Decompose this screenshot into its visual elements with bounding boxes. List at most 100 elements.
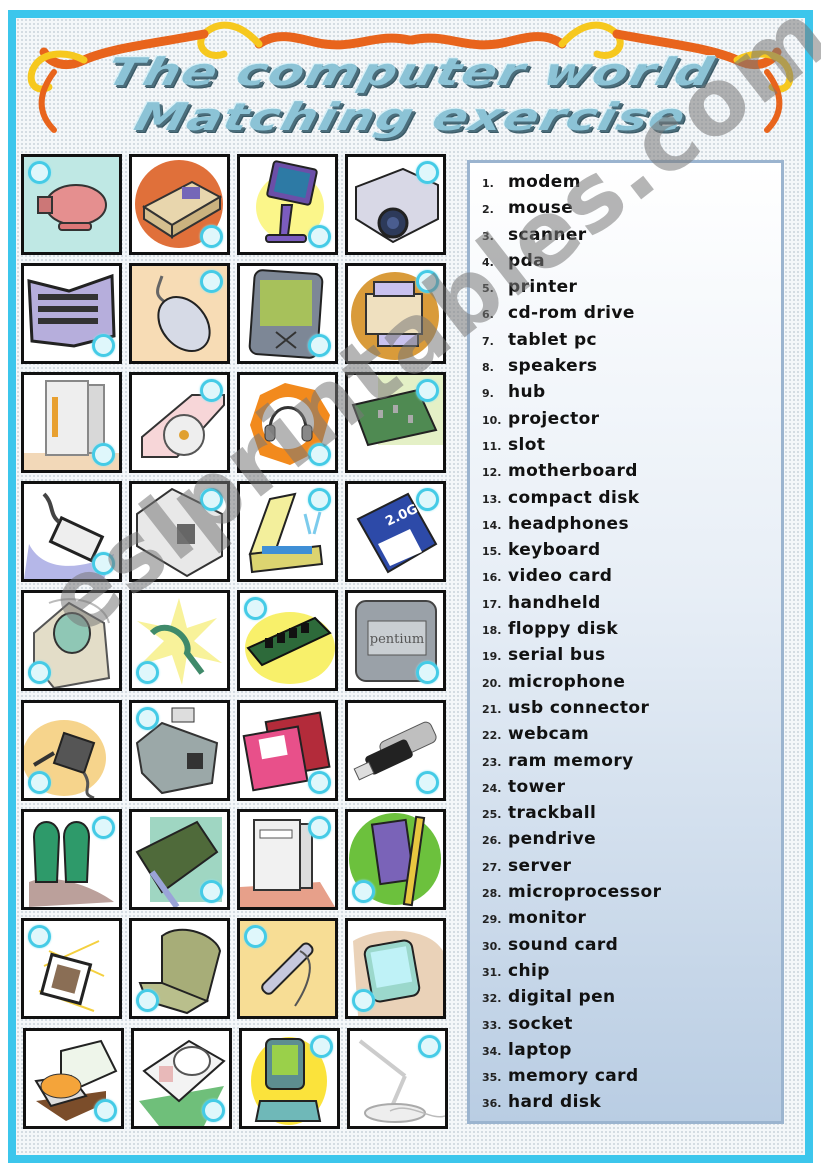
item-number: 17. bbox=[482, 597, 502, 611]
answer-circle[interactable] bbox=[352, 880, 375, 903]
item-label: memory card bbox=[508, 1066, 639, 1087]
item-label: microphone bbox=[508, 671, 626, 692]
word-list-item: 2. mouse bbox=[482, 195, 661, 221]
answer-circle[interactable] bbox=[200, 880, 223, 903]
item-number: 24. bbox=[482, 781, 502, 795]
answer-circle[interactable] bbox=[244, 597, 267, 620]
picture-cell-serial-bus bbox=[21, 481, 122, 582]
item-label: headphones bbox=[508, 513, 629, 534]
item-number: 11. bbox=[482, 439, 502, 453]
answer-circle[interactable] bbox=[92, 443, 115, 466]
word-list: 1. modem 2. mouse 3. scanner 4. pda 5. printer 6. c… bbox=[482, 169, 661, 1116]
answer-circle[interactable] bbox=[308, 225, 331, 248]
item-label: pendrive bbox=[508, 829, 596, 850]
answer-circle[interactable] bbox=[308, 488, 331, 511]
answer-circle[interactable] bbox=[28, 925, 51, 948]
answer-circle[interactable] bbox=[416, 379, 439, 402]
item-label: modem bbox=[508, 172, 581, 192]
item-number: 2. bbox=[482, 203, 494, 217]
answer-circle[interactable] bbox=[244, 925, 267, 948]
answer-circle[interactable] bbox=[308, 334, 331, 357]
answer-circle[interactable] bbox=[200, 225, 223, 248]
picture-cell-laptop bbox=[129, 918, 230, 1019]
answer-circle[interactable] bbox=[94, 1099, 117, 1122]
picture-cell-compact-disk bbox=[129, 372, 230, 473]
word-list-item: 9. hub bbox=[482, 379, 661, 405]
answer-circle[interactable] bbox=[136, 707, 159, 730]
item-label: speakers bbox=[508, 356, 598, 377]
answer-circle[interactable] bbox=[352, 989, 375, 1012]
item-label: hard disk bbox=[508, 1092, 602, 1113]
item-number: 36. bbox=[482, 1097, 502, 1111]
answer-circle[interactable] bbox=[28, 161, 51, 184]
item-number: 20. bbox=[482, 676, 502, 690]
picture-cell-server bbox=[21, 372, 122, 473]
answer-circle[interactable] bbox=[200, 488, 223, 511]
answer-circle[interactable] bbox=[92, 334, 115, 357]
word-list-item: 14. headphones bbox=[482, 511, 661, 537]
answer-circle[interactable] bbox=[136, 989, 159, 1012]
word-list-item: 20. microphone bbox=[482, 669, 661, 695]
word-list-item: 11. slot bbox=[482, 432, 661, 458]
answer-circle[interactable] bbox=[416, 161, 439, 184]
picture-cell-usb-connector bbox=[129, 590, 230, 691]
item-label: projector bbox=[508, 408, 600, 429]
item-number: 1. bbox=[482, 177, 494, 190]
item-number: 14. bbox=[482, 518, 502, 532]
picture-cell-headphones bbox=[237, 372, 338, 473]
item-number: 8. bbox=[482, 361, 494, 375]
answer-circle[interactable] bbox=[308, 816, 331, 839]
pentium-label: pentium bbox=[370, 632, 424, 647]
word-list-item: 16. video card bbox=[482, 563, 661, 589]
picture-cell-memory-card: 2.0GB bbox=[345, 481, 446, 582]
answer-circle[interactable] bbox=[200, 379, 223, 402]
answer-circle[interactable] bbox=[28, 771, 51, 794]
answer-circle[interactable] bbox=[416, 661, 439, 684]
answer-circle[interactable] bbox=[202, 1099, 225, 1122]
answer-circle[interactable] bbox=[200, 270, 223, 293]
item-label: tower bbox=[508, 776, 566, 797]
word-list-item: 27. server bbox=[482, 853, 661, 879]
word-list-item: 7. tablet pc bbox=[482, 327, 661, 353]
item-label: webcam bbox=[508, 724, 590, 745]
item-label: motherboard bbox=[508, 461, 638, 482]
answer-circle[interactable] bbox=[310, 1035, 333, 1058]
picture-cell-socket bbox=[21, 700, 122, 801]
item-number: 3. bbox=[482, 229, 494, 243]
picture-cell-projector bbox=[345, 154, 446, 255]
answer-circle[interactable] bbox=[308, 771, 331, 794]
word-list-item: 29. monitor bbox=[482, 905, 661, 931]
item-label: sound card bbox=[508, 934, 619, 955]
item-number: 10. bbox=[482, 413, 502, 427]
answer-circle[interactable] bbox=[416, 270, 439, 293]
answer-circle[interactable] bbox=[418, 1035, 441, 1058]
word-list-item: 32. digital pen bbox=[482, 984, 661, 1010]
answer-circle[interactable] bbox=[416, 771, 439, 794]
item-number: 7. bbox=[482, 334, 494, 348]
picture-cell-tablet-pc bbox=[345, 918, 446, 1019]
answer-circle[interactable] bbox=[416, 488, 439, 511]
answer-circle[interactable] bbox=[136, 661, 159, 684]
answer-circle[interactable] bbox=[92, 552, 115, 575]
picture-cell-speakers bbox=[21, 809, 122, 910]
item-label: scanner bbox=[508, 224, 587, 245]
item-label: digital pen bbox=[508, 987, 616, 1008]
item-label: ram memory bbox=[508, 750, 634, 771]
item-number: 12. bbox=[482, 466, 502, 480]
word-list-item: 10. projector bbox=[482, 406, 661, 432]
answer-circle[interactable] bbox=[92, 816, 115, 839]
item-label: slot bbox=[508, 434, 546, 455]
item-number: 25. bbox=[482, 808, 502, 822]
answer-circle[interactable] bbox=[28, 661, 51, 684]
item-number: 23. bbox=[482, 755, 502, 769]
picture-cell-hard-disk bbox=[131, 1028, 232, 1129]
item-label: hub bbox=[508, 382, 546, 403]
worksheet-title: The computer world bbox=[102, 50, 719, 94]
picture-cell-webcam bbox=[21, 154, 122, 255]
item-number: 29. bbox=[482, 913, 502, 927]
picture-cell-printer bbox=[345, 263, 446, 364]
answer-circle[interactable] bbox=[308, 443, 331, 466]
item-label: pda bbox=[508, 250, 546, 271]
item-label: video card bbox=[508, 566, 613, 587]
word-list-item: 31. chip bbox=[482, 958, 661, 984]
